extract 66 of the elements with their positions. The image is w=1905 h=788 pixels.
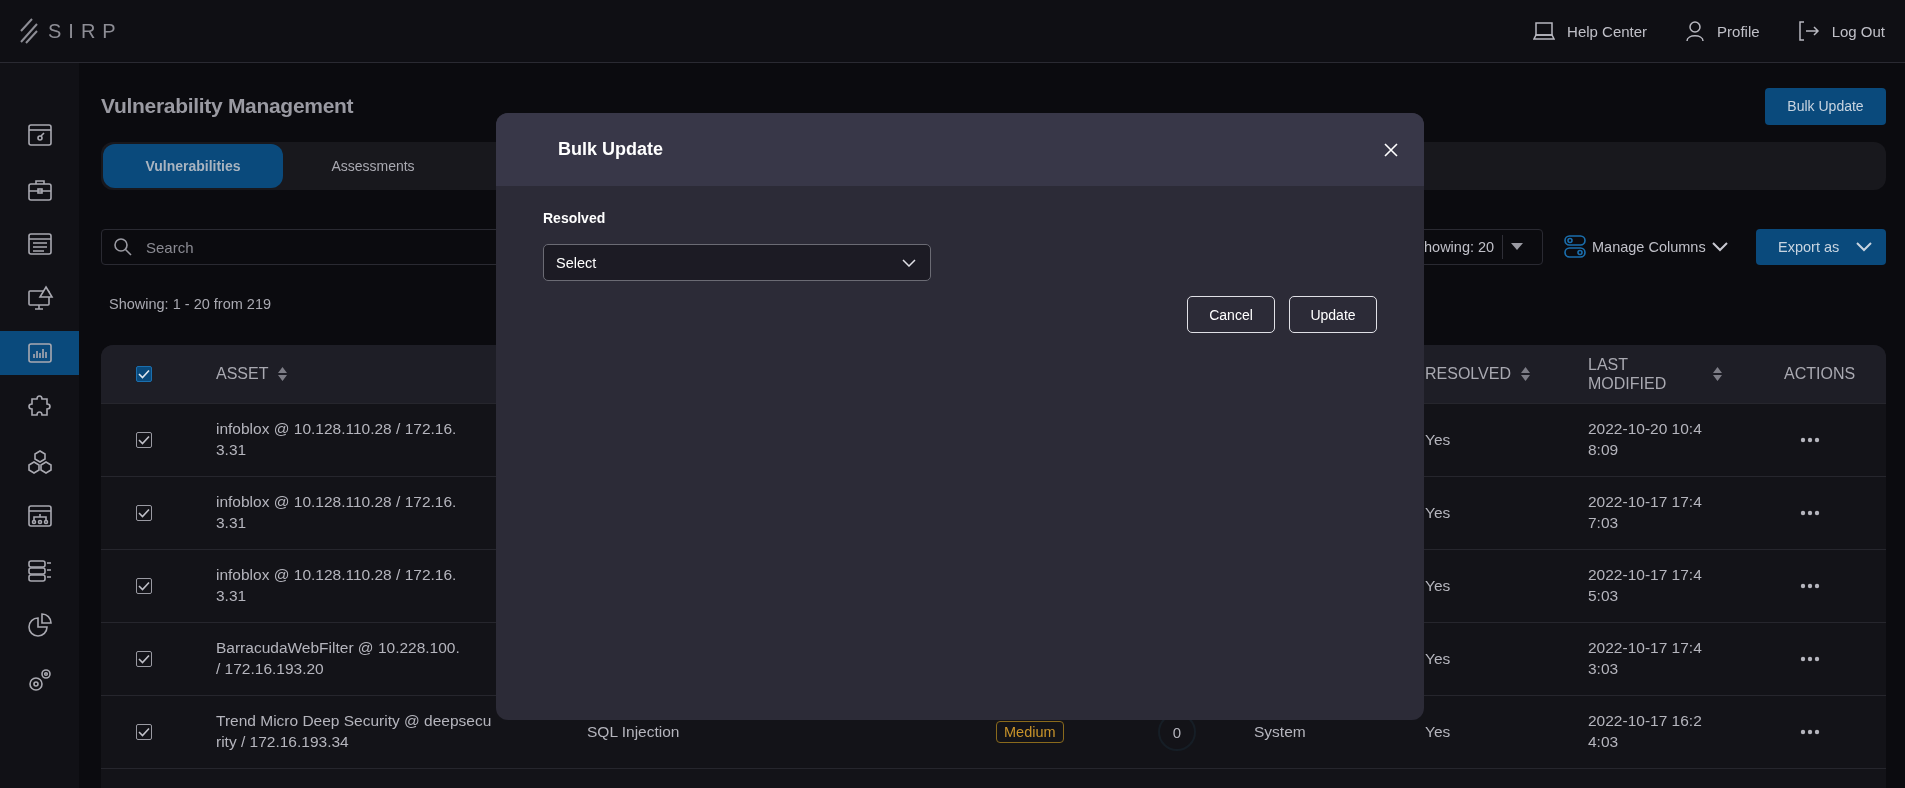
close-icon[interactable] (1384, 142, 1398, 157)
more-icon[interactable] (1800, 510, 1820, 516)
table-cell: Yes (1425, 723, 1451, 741)
modal-button[interactable]: Cancel (1187, 296, 1275, 333)
pie-chart-icon (25, 611, 54, 640)
toggle-icon (1564, 235, 1586, 259)
table-cell-text: 2022-10-17 16:2 4:03 (1588, 711, 1702, 752)
laptop-icon (1533, 21, 1556, 41)
chevron-down-icon (902, 258, 916, 267)
table-cell: SQL Injection (587, 723, 680, 741)
logout-icon (1797, 20, 1820, 42)
row-checkbox[interactable] (136, 578, 152, 594)
logo-text: SIRP (48, 19, 123, 43)
table-cell-text: infoblox @ 10.128.110.28 / 172.16. 3.31 (216, 565, 457, 606)
severity-badge: Medium (996, 721, 1064, 743)
table-cell-text: BarracudaWebFilter @ 10.228.100. / 172.16.193.20 (216, 638, 460, 679)
column-header[interactable]: ASSET (216, 365, 269, 383)
bulk-update-button[interactable]: Bulk Update (1765, 87, 1886, 125)
user-icon (1685, 20, 1706, 42)
sidebar-item[interactable] (0, 331, 79, 375)
table-cell: Yes (1425, 504, 1451, 522)
row-checkbox[interactable] (136, 432, 152, 448)
table-cell-text: Trend Micro Deep Security @ deepsecu rity / 172.16.193.34 (216, 711, 492, 752)
resolved-select[interactable]: Select (543, 244, 931, 281)
chevron-down-icon (1711, 242, 1728, 252)
table-cell: Yes (1425, 577, 1451, 595)
manage-columns-button[interactable]: Manage Columns (1564, 235, 1728, 259)
table-cell-text: 2022-10-20 10:4 8:09 (1588, 419, 1702, 460)
export-button[interactable]: Export as (1756, 229, 1886, 265)
table-cell: System (1254, 723, 1306, 741)
tab[interactable]: Assessments (283, 144, 463, 188)
cubes-icon (25, 447, 54, 476)
table-cell-text: 2022-10-17 17:4 7:03 (1588, 492, 1702, 533)
field-label: Resolved (543, 210, 607, 226)
search-icon (113, 237, 133, 257)
sort-icon[interactable] (1520, 367, 1530, 381)
column-header[interactable]: RESOLVED (1425, 365, 1511, 383)
table-cell-text: infoblox @ 10.128.110.28 / 172.16. 3.31 (216, 492, 457, 533)
row-checkbox[interactable] (136, 505, 152, 521)
modal-title: Bulk Update (558, 139, 663, 160)
table-cell: Yes (1425, 650, 1451, 668)
row-checkbox[interactable] (136, 651, 152, 667)
row-checkbox[interactable] (136, 724, 152, 740)
table-cell: Yes (1425, 431, 1451, 449)
more-icon[interactable] (1800, 656, 1820, 662)
select-all-checkbox[interactable] (136, 366, 152, 382)
header-link[interactable]: Help Center (1533, 21, 1648, 41)
header-link[interactable]: Profile (1685, 20, 1760, 42)
monitor-alert-icon (25, 284, 54, 313)
column-header: ACTIONS (1784, 365, 1856, 383)
table-cell-text: 2022-10-17 17:4 5:03 (1588, 565, 1702, 606)
sort-icon[interactable] (1713, 367, 1722, 381)
caret-icon (1511, 243, 1524, 251)
column-header[interactable]: LAST MODIFIED (1588, 354, 1678, 394)
tab[interactable]: Vulnerabilities (103, 144, 283, 188)
table-cell-text: 2022-10-17 17:4 3:03 (1588, 638, 1702, 679)
more-icon[interactable] (1800, 729, 1820, 735)
chevron-down-icon (1856, 242, 1872, 252)
sort-icon[interactable] (278, 367, 288, 381)
modal-button[interactable]: Update (1289, 296, 1377, 333)
page-title: Vulnerability Management (101, 94, 354, 118)
more-icon[interactable] (1800, 437, 1820, 443)
results-count: Showing: 1 - 20 from 219 (109, 296, 271, 312)
header-link[interactable]: Log Out (1797, 20, 1885, 42)
table-cell-text: infoblox @ 10.128.110.28 / 172.16. 3.31 (216, 419, 457, 460)
more-icon[interactable] (1800, 583, 1820, 589)
